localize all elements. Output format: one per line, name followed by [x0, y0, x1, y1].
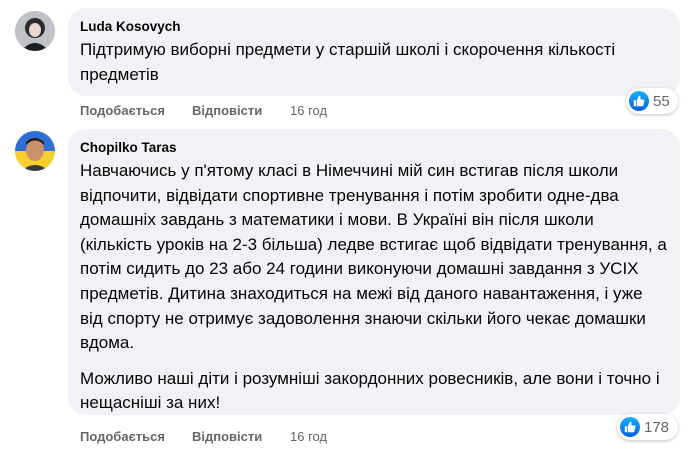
reply-button[interactable]: Відповісти — [192, 429, 262, 444]
comment-chopilko: Chopilko Taras Навчаючись у п'ятому клас… — [0, 125, 695, 452]
reaction-count: 55 — [653, 92, 670, 110]
reaction-count: 178 — [644, 418, 670, 436]
avatar[interactable] — [15, 131, 55, 171]
reaction-summary[interactable]: 55 — [626, 88, 678, 114]
comment-text: Можливо наші діти і розумніші закордонни… — [80, 368, 660, 413]
comment-luda: Luda Kosovych Підтримую виборні предмети… — [0, 0, 695, 125]
comment-text: Підтримую виборні предмети у старшій шко… — [80, 40, 616, 84]
like-button[interactable]: Подобається — [80, 429, 165, 444]
comment-author[interactable]: Chopilko Taras — [80, 139, 668, 157]
like-icon — [629, 91, 649, 111]
timestamp[interactable]: 16 год — [290, 103, 327, 118]
like-icon — [620, 417, 640, 437]
avatar-photo-icon — [15, 11, 55, 51]
comment-bubble: Luda Kosovych Підтримую виборні предмети… — [68, 8, 680, 96]
reply-button[interactable]: Відповісти — [192, 103, 262, 118]
timestamp[interactable]: 16 год — [290, 429, 327, 444]
avatar[interactable] — [15, 11, 55, 51]
comment-text: Навчаючись у п'ятому класі в Німеччині м… — [80, 161, 667, 353]
avatar-photo-icon — [15, 131, 55, 171]
like-button[interactable]: Подобається — [80, 103, 165, 118]
comment-bubble: Chopilko Taras Навчаючись у п'ятому клас… — [68, 129, 680, 415]
reaction-summary[interactable]: 178 — [617, 414, 678, 440]
comment-author[interactable]: Luda Kosovych — [80, 18, 668, 36]
